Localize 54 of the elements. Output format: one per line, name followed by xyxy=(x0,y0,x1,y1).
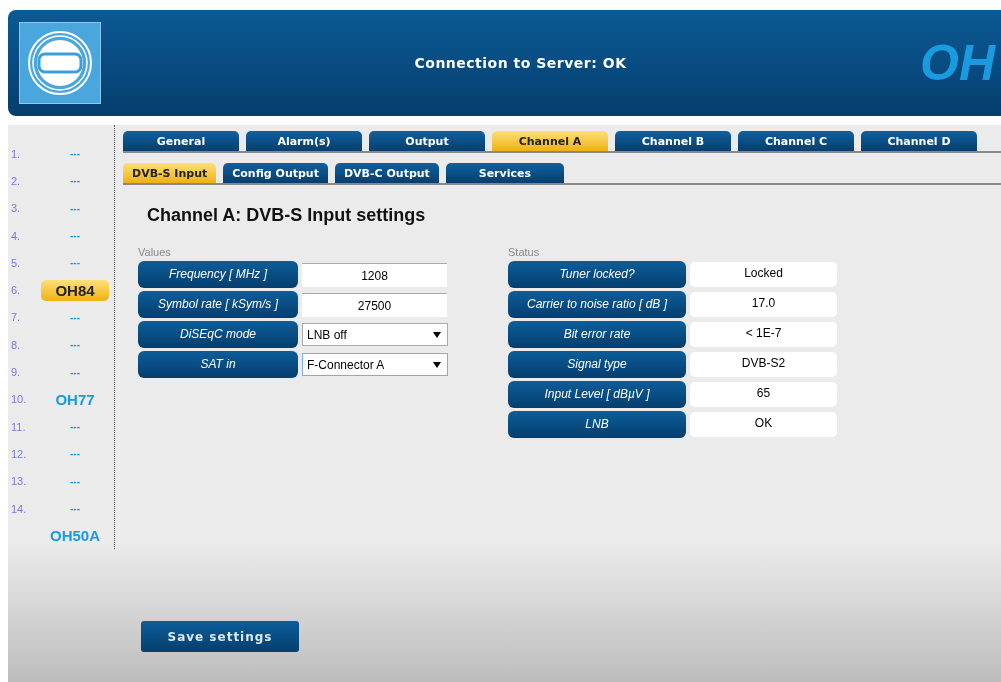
slot-number: 14. xyxy=(10,502,28,515)
dropdown[interactable]: LNB off xyxy=(302,323,448,346)
slot-number: 7. xyxy=(10,311,22,324)
field-label: SAT in xyxy=(138,351,298,378)
slot-number: 11. xyxy=(10,420,27,433)
page-heading: Channel A: DVB-S Input settings xyxy=(147,205,427,226)
status-value: 65 xyxy=(690,382,837,407)
caret-icon xyxy=(433,331,441,338)
slot-number: 8. xyxy=(10,338,22,351)
status-label: Bit error rate xyxy=(508,321,686,348)
caret-icon xyxy=(433,361,441,368)
status-label: Input Level [ dBµV ] xyxy=(508,381,686,408)
connection-status: Connection to Server: OK xyxy=(413,55,628,71)
status-value: 17.0 xyxy=(690,292,837,317)
slot-number: 10. xyxy=(10,393,28,406)
input-field[interactable]: 27500 xyxy=(302,292,447,317)
save-button[interactable]: Save settings xyxy=(141,621,299,652)
subtab[interactable]: Config Output xyxy=(223,163,328,183)
tab[interactable]: Output xyxy=(369,131,485,151)
slot-number: 12. xyxy=(10,447,28,460)
field-label: Symbol rate [ kSym/s ] xyxy=(138,291,298,318)
slot-number: 3. xyxy=(10,202,22,215)
section-title: Values xyxy=(138,246,172,258)
status-value: < 1E-7 xyxy=(690,322,837,347)
status-label: Carrier to noise ratio [ dB ] xyxy=(508,291,686,318)
slot-number: 2. xyxy=(10,174,22,187)
slot-number: 6. xyxy=(10,284,22,297)
subtab[interactable]: DVB-S Input xyxy=(123,163,217,183)
status-value: Locked xyxy=(690,262,837,287)
input-field[interactable]: 1208 xyxy=(302,262,447,287)
slot-number: 13. xyxy=(10,475,28,488)
tab[interactable]: Channel A xyxy=(492,131,608,151)
status-label: Signal type xyxy=(508,351,686,378)
status-label: LNB xyxy=(508,411,686,438)
status-value: OK xyxy=(690,412,837,437)
tab[interactable]: Channel D xyxy=(861,131,977,151)
subtab[interactable]: DVB-C Output xyxy=(334,163,439,183)
device-name: OH xyxy=(920,34,995,92)
subtab[interactable]: Services xyxy=(445,163,564,183)
section-title: Status xyxy=(508,246,541,258)
tab[interactable]: Channel C xyxy=(738,131,854,151)
tab[interactable]: General xyxy=(123,131,239,151)
dropdown[interactable]: F-Connector A xyxy=(302,353,448,376)
slot-number: 9. xyxy=(10,366,22,378)
tab[interactable]: Alarm(s) xyxy=(246,131,362,151)
slot-number: 4. xyxy=(10,229,22,242)
slot-number: 5. xyxy=(10,256,22,269)
tab[interactable]: Channel B xyxy=(615,131,731,151)
slot-item[interactable]: OH84 xyxy=(41,279,109,301)
status-value: DVB-S2 xyxy=(690,352,837,377)
field-label: Frequency [ MHz ] xyxy=(138,261,298,288)
slot-number: 1. xyxy=(10,147,22,160)
status-label: Tuner locked? xyxy=(508,261,686,288)
field-label: DiSEqC mode xyxy=(138,321,298,348)
